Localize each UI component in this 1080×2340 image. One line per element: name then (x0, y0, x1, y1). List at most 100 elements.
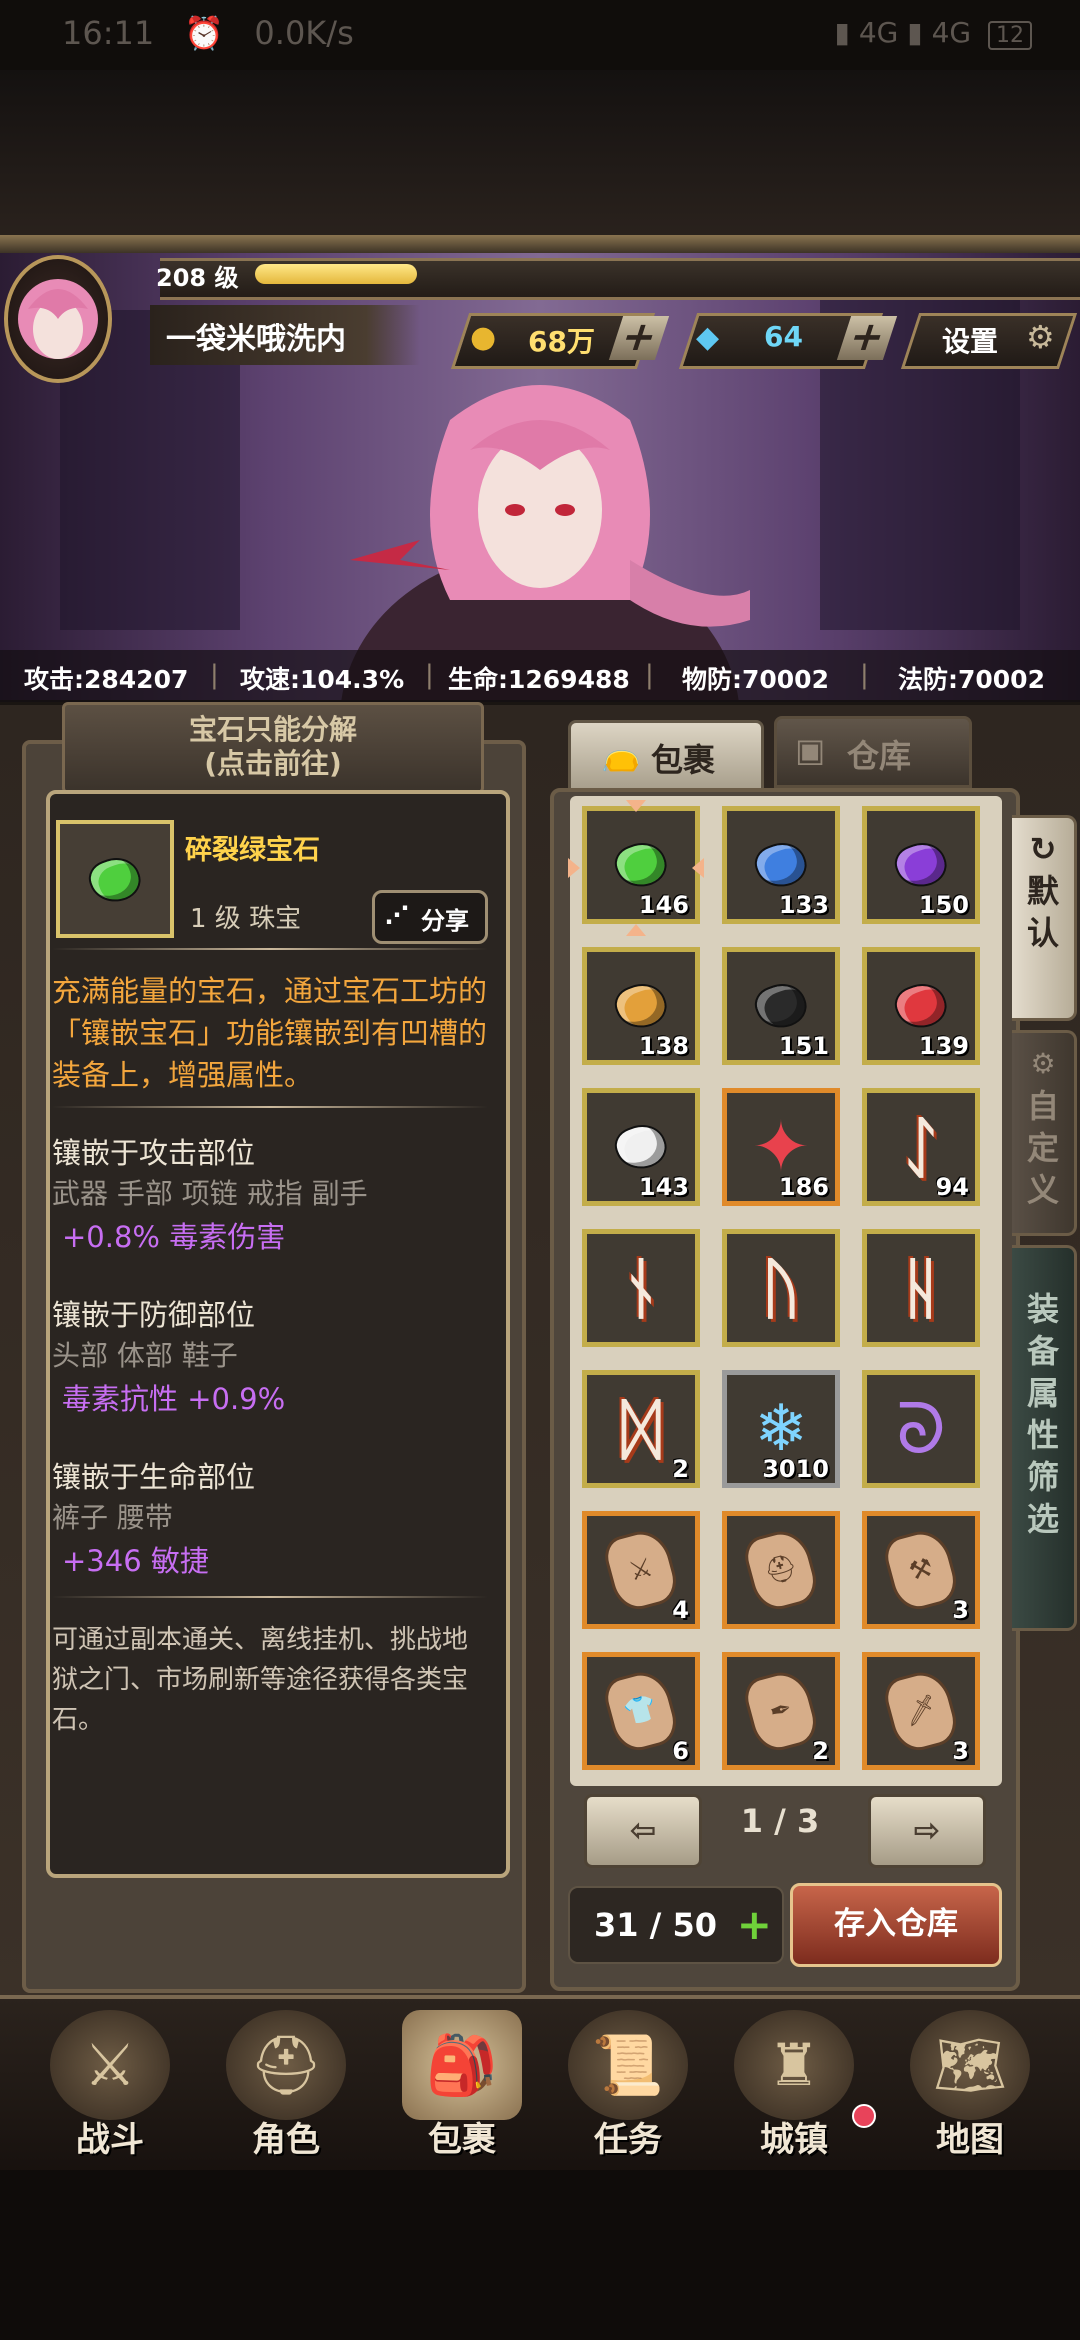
bottom-black-bar (0, 2170, 1080, 2340)
slot-count: 139 (918, 1032, 969, 1060)
rune-stone-icon: ⛑ (740, 1525, 822, 1615)
stat-separator: | (425, 660, 434, 690)
stat-separator: | (210, 660, 219, 690)
gear-icon: ⚙ (1030, 1047, 1056, 1080)
inventory-slot[interactable]: 133 (722, 806, 840, 924)
store-to-warehouse-button[interactable]: 存入仓库 (790, 1883, 1002, 1967)
helmet-icon: ⛑ (226, 2010, 346, 2120)
inventory-slot[interactable]: ᛇ 94 (862, 1088, 980, 1206)
rune-stone-icon: 🗡 (880, 1666, 962, 1756)
map-icon: 🗺 (910, 2010, 1030, 2120)
settings-label: 设置 (942, 325, 999, 358)
inventory-slot[interactable]: 150 (862, 806, 980, 924)
slot-count: 143 (638, 1173, 689, 1201)
left-arrow-icon: ⇦ (629, 1811, 657, 1849)
selection-marker (568, 800, 704, 936)
filter-label: 装备属性筛选 (1026, 1290, 1059, 1538)
bag-icon: 👝 (601, 735, 641, 773)
inventory-slot[interactable]: ᘐ (862, 1370, 980, 1488)
gear-icon[interactable]: ⚙ (1026, 318, 1055, 356)
rune-stone-icon: ✒ (740, 1666, 822, 1756)
section-title-defense: 镶嵌于防御部位 (52, 1298, 256, 1332)
scroll-icon: 📜 (568, 2010, 688, 2120)
network-1: 4G (858, 16, 899, 49)
avatar-portrait (18, 279, 98, 359)
slot-count: 2 (812, 1737, 829, 1765)
nav-item-helmet[interactable]: ⛑ 角色 (206, 2000, 366, 2160)
inventory-slot[interactable]: 143 (582, 1088, 700, 1206)
nav-item-tower[interactable]: ♜ 城镇 (714, 2000, 874, 2160)
decompose-line2: (点击前往) (204, 747, 342, 780)
stat-attack-speed: 攻速:104.3% (240, 665, 405, 694)
next-page-button[interactable]: ⇨ (868, 1794, 986, 1868)
inventory-slot[interactable]: 138 (582, 947, 700, 1065)
sort-custom-label: 自定义 (1026, 1087, 1059, 1209)
inventory-slot[interactable]: 👕 6 (582, 1652, 700, 1770)
rune-icon: ᚾ (621, 1249, 661, 1327)
stat-separator: | (645, 660, 654, 690)
tab-bag[interactable]: 👝 包裹 (568, 720, 764, 792)
top-frame (0, 235, 1080, 253)
slot-count: 186 (778, 1173, 829, 1201)
gem-icon (889, 976, 953, 1036)
inventory-slot[interactable]: 151 (722, 947, 840, 1065)
tab-warehouse[interactable]: ▣ 仓库 (774, 716, 972, 788)
warehouse-icon: ▣ (795, 731, 826, 769)
capacity-text: 31 / 50 (594, 1906, 718, 1944)
section-title-life: 镶嵌于生命部位 (52, 1460, 256, 1494)
stat-hp: 生命:1269488 (448, 665, 630, 694)
inventory-slot[interactable]: ⚒ 3 (862, 1511, 980, 1629)
share-label: 分享 (421, 907, 469, 935)
expand-capacity-button[interactable]: + (737, 1888, 772, 1962)
nav-label: 战斗 (76, 2120, 144, 2160)
rune-icon-wrap: ᚢ (727, 1234, 835, 1342)
hero-character-art (341, 385, 750, 700)
rune-stone-icon-wrap: ⛑ (727, 1516, 835, 1624)
share-button[interactable]: ⋰ 分享 (372, 890, 488, 944)
nav-item-scroll[interactable]: 📜 任务 (548, 2000, 708, 2160)
filter-tab[interactable]: 装备属性筛选 (1012, 1245, 1077, 1631)
green-gem-icon (83, 850, 147, 910)
level-progress-fill (255, 264, 417, 284)
page-indicator: 1 / 3 (740, 1802, 820, 1840)
inventory-slot[interactable]: ✦ 186 (722, 1088, 840, 1206)
inventory-slot[interactable]: ᚺ (862, 1229, 980, 1347)
sort-custom-tab[interactable]: ⚙ 自定义 (1012, 1030, 1077, 1236)
nav-item-crossed-swords[interactable]: ⚔ 战斗 (30, 2000, 190, 2160)
slot-count: 151 (778, 1032, 829, 1060)
section-parts-attack: 武器 手部 项链 戒指 副手 (52, 1177, 368, 1210)
divider (52, 1596, 488, 1598)
inventory-slot[interactable]: ✒ 2 (722, 1652, 840, 1770)
inventory-slot[interactable]: 139 (862, 947, 980, 1065)
avatar[interactable] (4, 255, 112, 383)
prev-page-button[interactable]: ⇦ (584, 1794, 702, 1868)
rune-icon: ᚢ (761, 1249, 801, 1327)
tab-bag-label: 包裹 (651, 741, 716, 779)
slot-count: 150 (918, 891, 969, 919)
signal-icon: ▮ (834, 16, 850, 49)
gem-icon (889, 835, 953, 895)
inventory-slot[interactable]: ᛞ2 (582, 1370, 700, 1488)
item-name: 碎裂绿宝石 (185, 835, 320, 866)
sort-default-label: 默认 (1026, 872, 1059, 952)
divider (52, 948, 488, 950)
item-level: 1 级 珠宝 (190, 904, 302, 934)
slot-count: 2 (672, 1455, 689, 1483)
backpack-icon: 🎒 (402, 2010, 522, 2120)
decompose-only-tab[interactable]: 宝石只能分解 (点击前往) (62, 702, 484, 794)
gold-coin-icon: ● (470, 320, 497, 355)
sort-default-tab[interactable]: ↻ 默认 (1012, 815, 1077, 1021)
inventory-slot[interactable]: ᚾ (582, 1229, 700, 1347)
inventory-slot[interactable]: ❄ 3010 (722, 1370, 840, 1488)
nav-label: 角色 (252, 2120, 320, 2160)
inventory-slot[interactable]: ⛑ (722, 1511, 840, 1629)
rune-icon: ᚺ (901, 1249, 941, 1327)
inventory-slot[interactable]: ᚢ (722, 1229, 840, 1347)
inventory-slot[interactable]: ⚔ 4 (582, 1511, 700, 1629)
gem-icon (749, 835, 813, 895)
nav-item-backpack[interactable]: 🎒 包裹 (382, 2000, 542, 2160)
notification-dot (852, 2104, 876, 2128)
slot-count: 3 (952, 1737, 969, 1765)
inventory-slot[interactable]: 🗡 3 (862, 1652, 980, 1770)
nav-item-map[interactable]: 🗺 地图 (890, 2000, 1050, 2160)
